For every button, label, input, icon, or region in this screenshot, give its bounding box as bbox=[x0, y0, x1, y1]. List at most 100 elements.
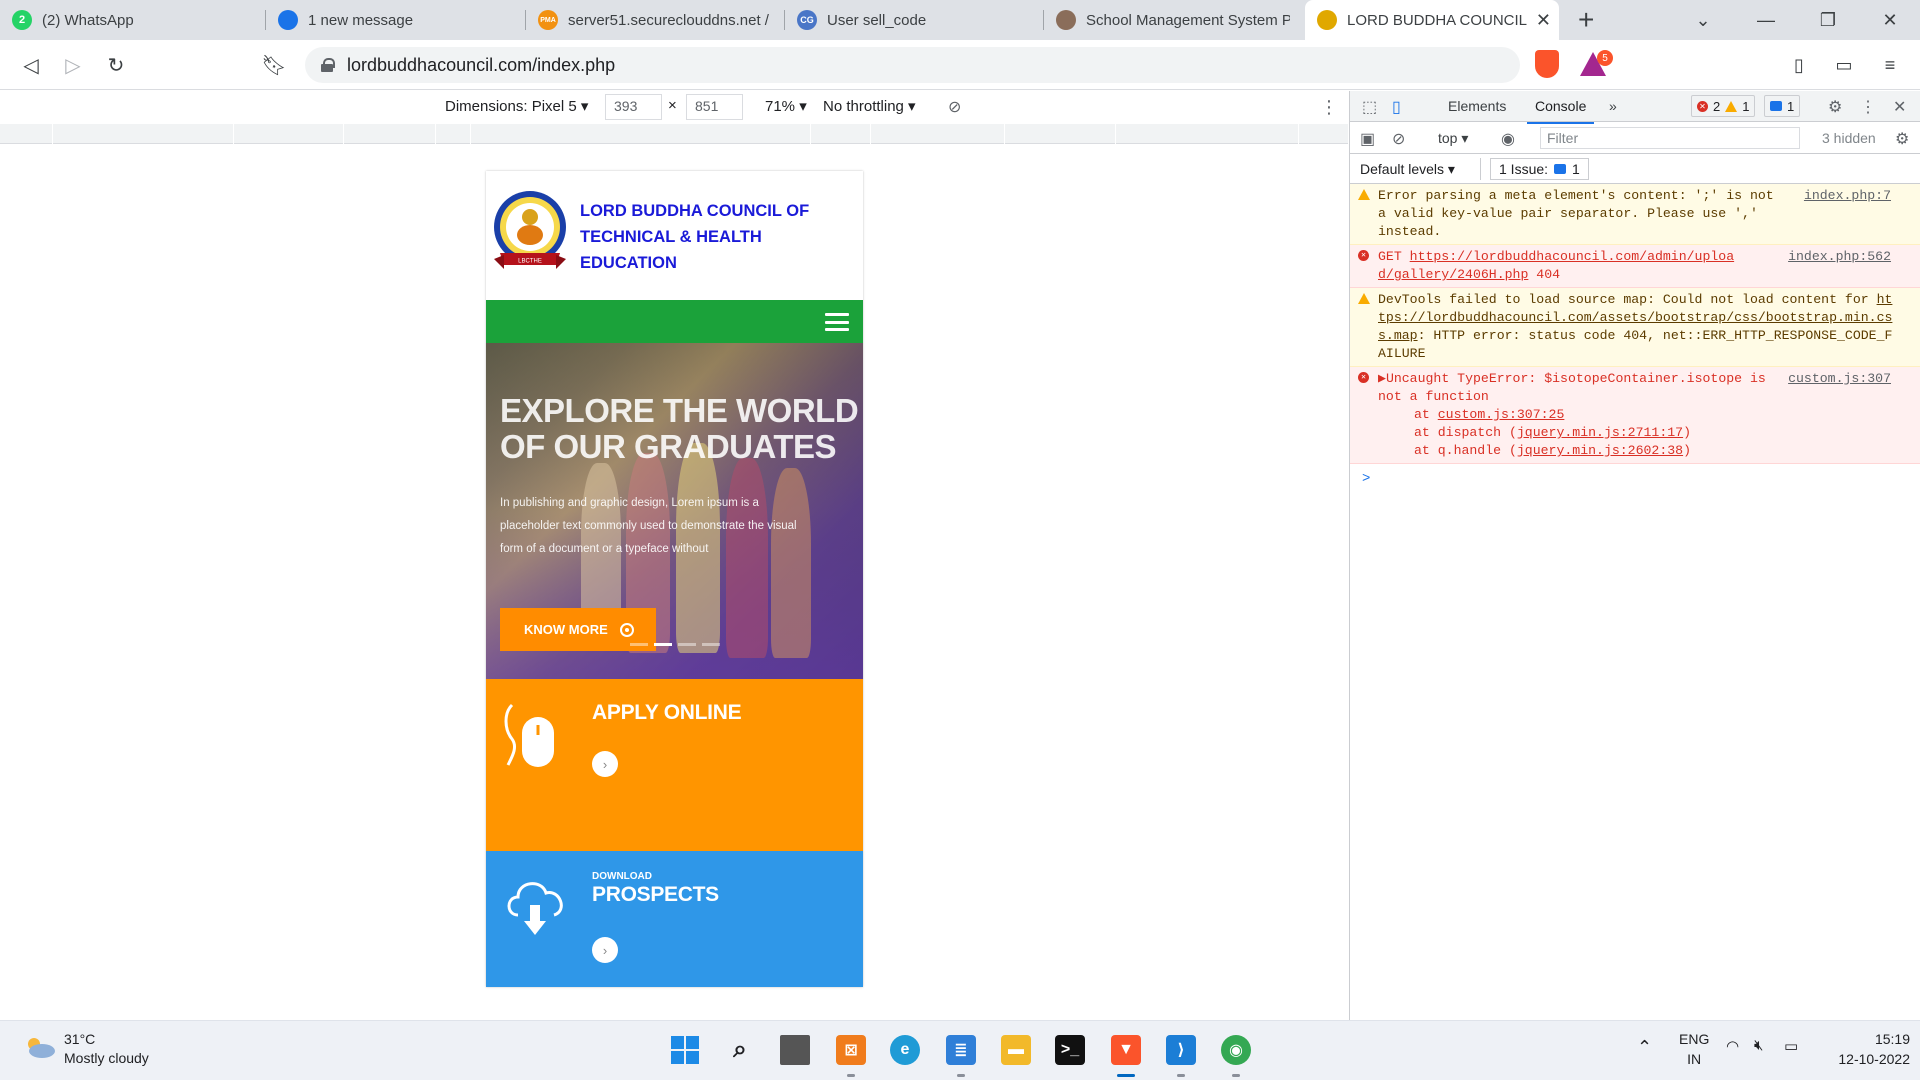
width-input[interactable]: 393 bbox=[605, 94, 662, 120]
tab-school-management[interactable]: School Management System Pro bbox=[1044, 0, 1302, 40]
codegrape-icon: CG bbox=[797, 10, 817, 30]
source-link[interactable]: index.php:562 bbox=[1788, 248, 1891, 266]
council-logo[interactable]: LBCTHE bbox=[492, 189, 568, 281]
tab-label: 1 new message bbox=[308, 11, 414, 29]
system-clock[interactable]: 15:19 12-10-2022 bbox=[1820, 1029, 1910, 1069]
slide-indicator[interactable] bbox=[702, 643, 720, 646]
context-label: top bbox=[1438, 130, 1458, 146]
battery-icon[interactable]: ▭ bbox=[1784, 1037, 1798, 1055]
stack-link[interactable]: jquery.min.js:2602:38 bbox=[1517, 443, 1683, 458]
console-error[interactable]: ✕ index.php:562 GET https://lordbuddhaco… bbox=[1350, 245, 1920, 288]
context-select[interactable]: top ▾ bbox=[1438, 130, 1468, 147]
device-toggle-icon[interactable]: ▯ bbox=[1392, 97, 1401, 117]
tab-whatsapp[interactable]: 2 (2) WhatsApp bbox=[0, 0, 265, 40]
issues-button[interactable]: 1 Issue: 1 bbox=[1490, 158, 1589, 180]
slide-indicator-active[interactable] bbox=[654, 643, 672, 646]
sidebar-icon[interactable]: ▯ bbox=[1786, 52, 1812, 78]
restore-icon[interactable]: ❐ bbox=[1808, 0, 1848, 40]
download-prospects-block[interactable]: DOWNLOAD PROSPECTS › bbox=[486, 851, 863, 987]
brave-shields-icon[interactable] bbox=[1535, 50, 1559, 78]
cloud-weather-icon[interactable] bbox=[22, 1035, 56, 1059]
tab-user-sell-code[interactable]: CG User sell_code bbox=[785, 0, 1043, 40]
hidden-count: 3 hidden bbox=[1822, 130, 1876, 146]
default-levels-select[interactable]: Default levels ▾ bbox=[1360, 161, 1455, 178]
slide-indicator[interactable] bbox=[630, 643, 648, 646]
hero-slider: EXPLORE THE WORLD OF OUR GRADUATES In pu… bbox=[486, 343, 863, 679]
chrome-icon[interactable]: ◉ bbox=[1221, 1035, 1251, 1065]
tab-new-message[interactable]: 1 new message bbox=[266, 0, 525, 40]
source-link[interactable]: index.php:7 bbox=[1804, 187, 1891, 205]
show-hidden-icons-chevron-icon[interactable]: ⌃ bbox=[1637, 1037, 1652, 1058]
tab-search-chevron-icon[interactable]: ⌄ bbox=[1683, 0, 1723, 40]
apply-online-block[interactable]: APPLY ONLINE › bbox=[486, 679, 863, 851]
more-options-icon[interactable]: ⋮ bbox=[1320, 97, 1338, 118]
console-settings-icon[interactable]: ⚙ bbox=[1895, 129, 1909, 149]
tab-elements[interactable]: Elements bbox=[1448, 98, 1506, 114]
dimensions-select[interactable]: Dimensions: Pixel 5 ▾ bbox=[445, 97, 588, 115]
reload-icon[interactable]: ↻ bbox=[101, 50, 131, 80]
apply-arrow-icon[interactable]: › bbox=[592, 751, 618, 777]
console-warning[interactable]: DevTools failed to load source map: Coul… bbox=[1350, 288, 1920, 367]
devtools-menu-icon[interactable]: ⋮ bbox=[1860, 97, 1876, 117]
brave-browser-icon[interactable]: ▼ bbox=[1111, 1035, 1141, 1065]
running-indicator-active bbox=[1117, 1074, 1135, 1077]
issue-counters[interactable]: ✕ 2 1 bbox=[1691, 95, 1756, 117]
stack-link[interactable]: jquery.min.js:2711:17 bbox=[1517, 425, 1683, 440]
wifi-icon[interactable]: ◠ bbox=[1726, 1037, 1739, 1055]
file-explorer-icon[interactable]: ▬ bbox=[1001, 1035, 1031, 1065]
task-view-icon[interactable] bbox=[780, 1035, 810, 1065]
menu-icon[interactable]: ≡ bbox=[1877, 52, 1903, 78]
clear-console-icon[interactable]: ⊘ bbox=[1392, 129, 1405, 149]
start-windows-icon[interactable] bbox=[670, 1035, 700, 1065]
more-tabs-icon[interactable]: » bbox=[1609, 98, 1617, 114]
settings-gear-icon[interactable]: ⚙ bbox=[1828, 97, 1842, 117]
edge-icon[interactable]: e bbox=[890, 1035, 920, 1065]
height-input[interactable]: 851 bbox=[686, 94, 743, 120]
info-counter[interactable]: 1 bbox=[1764, 95, 1801, 117]
console-prompt[interactable]: > bbox=[1350, 464, 1920, 494]
inspect-element-icon[interactable]: ⬚ bbox=[1362, 97, 1377, 117]
console-filter-input[interactable]: Filter bbox=[1540, 127, 1800, 149]
volume-muted-icon[interactable]: 🔇︎ bbox=[1754, 1037, 1763, 1054]
live-expression-eye-icon[interactable]: ◉ bbox=[1501, 129, 1515, 149]
address-bar[interactable]: lordbuddhacouncil.com/index.php bbox=[305, 47, 1520, 83]
minimize-icon[interactable]: — bbox=[1746, 0, 1786, 40]
close-window-icon[interactable]: ✕ bbox=[1870, 0, 1910, 40]
stack-link[interactable]: custom.js:307:25 bbox=[1438, 407, 1565, 422]
xampp-icon[interactable]: ⊠ bbox=[836, 1035, 866, 1065]
media-query-ruler[interactable] bbox=[0, 124, 1348, 144]
slide-indicator[interactable] bbox=[678, 643, 696, 646]
search-icon[interactable]: ⌕ bbox=[725, 1035, 755, 1065]
forward-icon[interactable]: ▷ bbox=[58, 50, 88, 80]
prospects-arrow-icon[interactable]: › bbox=[592, 937, 618, 963]
source-link[interactable]: custom.js:307 bbox=[1788, 370, 1891, 388]
close-tab-icon[interactable]: ✕ bbox=[1536, 10, 1551, 31]
tab-console[interactable]: Console bbox=[1526, 98, 1595, 124]
console-warning[interactable]: index.php:7 Error parsing a meta element… bbox=[1350, 184, 1920, 245]
console-error[interactable]: ✕ custom.js:307 ▶Uncaught TypeError: $is… bbox=[1350, 367, 1920, 464]
prospects-title: PROSPECTS bbox=[592, 883, 719, 906]
input-language[interactable]: ENG IN bbox=[1679, 1029, 1709, 1069]
tab-phpmyadmin[interactable]: PMA server51.securecloud​dns.net / lo bbox=[526, 0, 784, 40]
weather-description[interactable]: Mostly cloudy bbox=[64, 1050, 149, 1066]
stack-frame: at dispatch (jquery.min.js:2711:17) bbox=[1378, 424, 1893, 442]
wallet-icon[interactable]: ▭ bbox=[1831, 52, 1857, 78]
tab-lord-buddha-council[interactable]: LORD BUDDHA COUNCIL O ✕ bbox=[1305, 0, 1559, 40]
sidebar-toggle-icon[interactable]: ▣ bbox=[1360, 129, 1375, 149]
rotate-icon[interactable]: ⊘ bbox=[948, 97, 961, 117]
close-devtools-icon[interactable]: ✕ bbox=[1893, 97, 1906, 117]
site-title[interactable]: LORD BUDDHA COUNCIL OF TECHNICAL & HEALT… bbox=[580, 198, 860, 276]
vscode-icon[interactable]: ⟩ bbox=[1166, 1035, 1196, 1065]
hamburger-menu-icon[interactable] bbox=[825, 313, 849, 331]
throttling-select[interactable]: No throttling ▾ bbox=[823, 97, 916, 115]
terminal-icon[interactable]: >_ bbox=[1055, 1035, 1085, 1065]
zoom-select[interactable]: 71% ▾ bbox=[765, 97, 807, 115]
ruler-divider bbox=[870, 124, 871, 144]
frame-prefix: at q.handle ( bbox=[1414, 443, 1517, 458]
notepad-icon[interactable]: ≣ bbox=[946, 1035, 976, 1065]
back-icon[interactable]: ◁ bbox=[16, 50, 46, 80]
status-code: 404 bbox=[1528, 267, 1561, 282]
weather-temperature[interactable]: 31°C bbox=[64, 1031, 95, 1047]
new-tab-button[interactable]: + bbox=[1578, 4, 1594, 36]
bookmark-icon[interactable]: 🔖︎ bbox=[259, 50, 289, 80]
